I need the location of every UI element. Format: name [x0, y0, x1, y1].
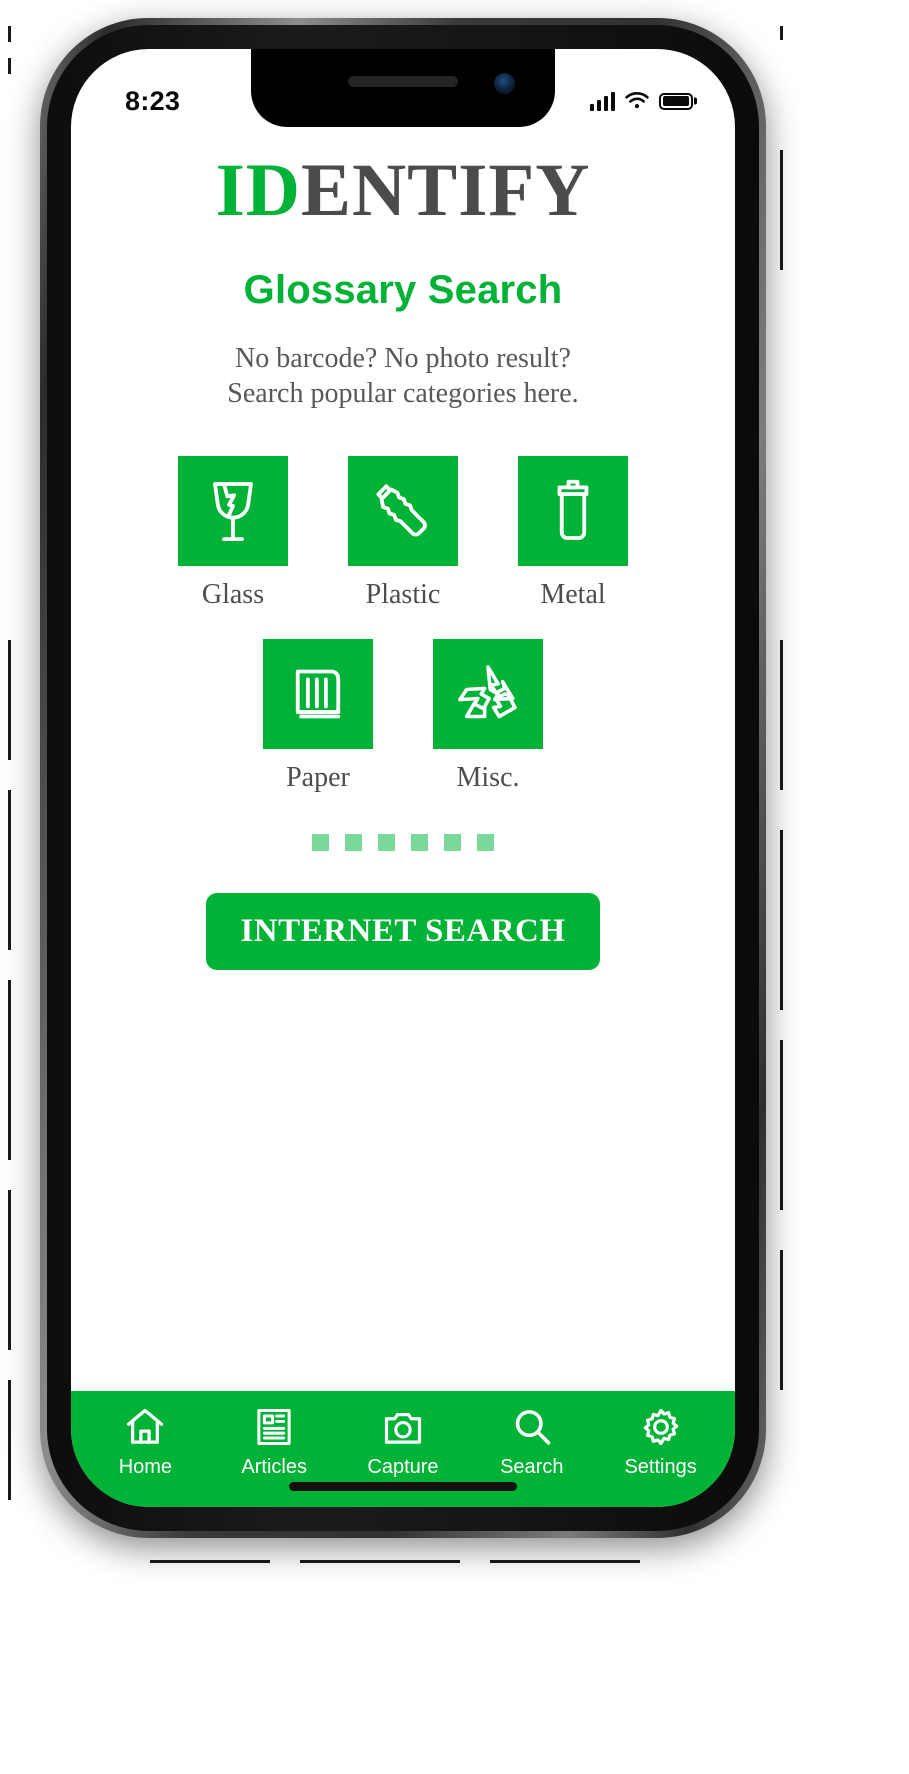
- phone-screen: 8:23 IDENTIFY Glossary Search No barcode…: [71, 49, 735, 1507]
- crop-tick: [490, 1560, 640, 1563]
- category-row-1: Glass Plastic Metal: [71, 455, 735, 611]
- crop-tick: [780, 640, 783, 790]
- articles-icon: [257, 1408, 291, 1446]
- crop-tick: [8, 1190, 11, 1350]
- pagination-dot[interactable]: [345, 833, 362, 851]
- crop-tick: [8, 1380, 11, 1500]
- category-paper-tile[interactable]: [263, 638, 373, 749]
- earpiece-speaker: [348, 76, 458, 87]
- crop-tick: [780, 1250, 783, 1390]
- tab-settings[interactable]: Settings: [602, 1405, 720, 1479]
- tab-articles-label: Articles: [241, 1456, 307, 1478]
- tab-home[interactable]: Home: [86, 1405, 204, 1479]
- crop-tick: [8, 58, 11, 74]
- page-description: No barcode? No photo result? Search popu…: [71, 341, 735, 412]
- category-plastic-tile[interactable]: [348, 455, 458, 566]
- category-misc[interactable]: Misc.: [433, 638, 543, 794]
- home-indicator[interactable]: [289, 1482, 517, 1491]
- crop-tick: [8, 640, 11, 760]
- page-title: Glossary Search: [243, 268, 563, 312]
- display-notch: [251, 49, 555, 127]
- category-glass[interactable]: Glass: [178, 455, 288, 611]
- category-plastic-label: Plastic: [365, 578, 441, 610]
- pagination-dot[interactable]: [378, 833, 395, 851]
- page-description-line1: No barcode? No photo result?: [235, 343, 571, 374]
- recycling-icon: [458, 664, 517, 718]
- category-metal-tile[interactable]: [518, 455, 628, 566]
- crop-tick: [8, 790, 11, 950]
- broken-glass-icon: [213, 481, 253, 541]
- crop-tick: [150, 1560, 270, 1563]
- home-icon: [127, 1408, 164, 1444]
- category-metal[interactable]: Metal: [518, 455, 628, 611]
- battery-full-icon: [659, 92, 693, 110]
- gear-icon: [643, 1408, 678, 1446]
- cta-container: INTERNET SEARCH: [71, 892, 735, 970]
- tab-search-label: Search: [500, 1456, 564, 1478]
- app-title-highlight: ID: [215, 149, 301, 232]
- category-plastic[interactable]: Plastic: [348, 455, 458, 611]
- category-misc-tile[interactable]: [433, 638, 543, 749]
- front-camera-icon: [494, 73, 515, 94]
- cellular-signal-icon: [589, 91, 615, 111]
- app-title-rest: ENTIFY: [300, 149, 591, 232]
- category-glass-tile[interactable]: [178, 455, 288, 566]
- category-paper-label: Paper: [286, 761, 350, 793]
- app-container: IDENTIFY Glossary Search No barcode? No …: [71, 49, 735, 1507]
- page-description-line2: Search popular categories here.: [227, 378, 579, 410]
- main-content: IDENTIFY Glossary Search No barcode? No …: [71, 49, 735, 1391]
- crop-tick: [300, 1560, 460, 1563]
- crop-tick: [780, 26, 783, 40]
- category-row-2: Paper Misc.: [71, 638, 735, 794]
- pagination-dot[interactable]: [411, 833, 428, 851]
- crop-tick: [780, 830, 783, 1010]
- pagination-dot[interactable]: [477, 833, 494, 851]
- search-icon: [515, 1410, 551, 1445]
- pagination-dots[interactable]: [71, 833, 735, 851]
- crop-tick: [8, 980, 11, 1160]
- tab-search[interactable]: Search: [473, 1405, 591, 1479]
- internet-search-button[interactable]: INTERNET SEARCH: [206, 892, 600, 970]
- tab-articles[interactable]: Articles: [215, 1405, 333, 1479]
- crop-tick: [780, 150, 783, 270]
- category-metal-label: Metal: [540, 578, 606, 610]
- app-title: IDENTIFY: [71, 153, 735, 228]
- tab-home-label: Home: [118, 1456, 173, 1478]
- pagination-dot[interactable]: [444, 833, 461, 851]
- category-paper[interactable]: Paper: [263, 638, 373, 794]
- tab-settings-label: Settings: [624, 1456, 697, 1478]
- status-indicators: [589, 91, 693, 111]
- crop-tick: [780, 1040, 783, 1210]
- category-glass-label: Glass: [201, 578, 265, 610]
- tab-capture-label: Capture: [367, 1456, 439, 1478]
- book-icon: [295, 669, 341, 718]
- camera-icon: [384, 1413, 422, 1444]
- tab-capture[interactable]: Capture: [344, 1405, 462, 1479]
- crop-tick: [8, 26, 11, 42]
- category-misc-label: Misc.: [456, 761, 520, 793]
- metal-can-icon: [557, 479, 589, 540]
- wifi-icon: [625, 92, 649, 109]
- status-time: 8:23: [125, 85, 181, 116]
- plastic-bottle-icon: [376, 483, 427, 536]
- screenshot-canvas: 8:23 IDENTIFY Glossary Search No barcode…: [0, 0, 909, 1774]
- pagination-dot[interactable]: [312, 833, 329, 851]
